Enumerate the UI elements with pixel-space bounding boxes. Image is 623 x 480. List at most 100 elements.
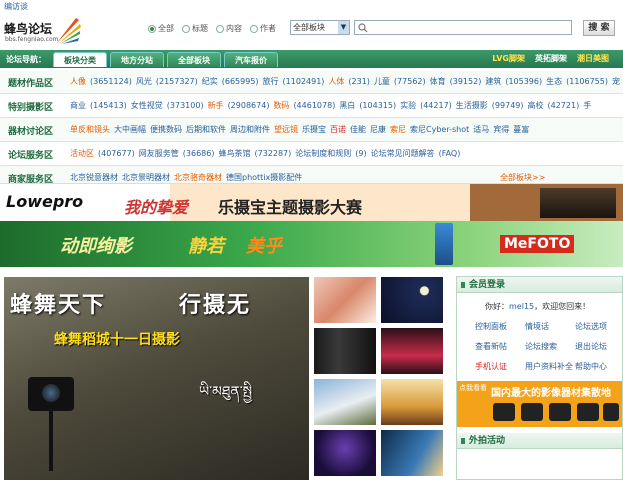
board-link[interactable]: 旅行	[263, 77, 279, 86]
thumbnail-photo[interactable]	[381, 379, 443, 425]
board-row-heading[interactable]: 论坛服务区	[8, 148, 53, 161]
board-link[interactable]: (732287)	[254, 149, 291, 158]
board-link[interactable]: (4461078)	[293, 101, 335, 110]
board-select[interactable]: 全部板块 ▼	[290, 20, 350, 35]
board-link[interactable]: 北京锐意器材	[70, 173, 118, 182]
all-boards-link[interactable]: 全部板块>>	[500, 172, 545, 183]
board-link[interactable]: 论坛常见问题解答	[371, 149, 435, 158]
board-link[interactable]: (373100)	[167, 101, 204, 110]
radio-title[interactable]: 标题	[182, 23, 208, 34]
radio-author[interactable]: 作者	[250, 23, 276, 34]
board-link[interactable]: 新手	[208, 101, 224, 110]
board-link[interactable]: (105396)	[505, 77, 542, 86]
nav-link-daily-photo[interactable]: 潮日美图	[577, 53, 609, 64]
search-button[interactable]: 搜 索	[583, 20, 615, 36]
nav-link-lvg[interactable]: LVG脚架	[492, 53, 525, 64]
tab-local-sites[interactable]: 地方分站	[110, 52, 164, 67]
board-link[interactable]: (231)	[348, 77, 370, 86]
board-link[interactable]: 实验	[400, 101, 416, 110]
board-link[interactable]: 人像	[70, 77, 86, 86]
mefoto-banner[interactable]: 动即绚影 静若 美乎 MeFOTO	[0, 221, 623, 267]
lowepro-banner[interactable]: Lowepro 我的挚爱 乐摄宝主题摄影大赛	[0, 183, 623, 221]
board-link[interactable]: 论坛制度和规则	[295, 149, 351, 158]
board-link[interactable]: (42721)	[548, 101, 580, 110]
site-logo[interactable]: 蜂鸟论坛 bbs.fengniao.com	[4, 14, 82, 46]
board-link[interactable]: 生态	[546, 77, 562, 86]
board-link[interactable]: 蜂鸟茶馆	[218, 149, 250, 158]
board-link[interactable]: (407677)	[98, 149, 135, 158]
board-link[interactable]: 高校	[528, 101, 544, 110]
board-row-heading[interactable]: 器材讨论区	[8, 124, 53, 137]
board-link[interactable]: 望远镜	[274, 125, 298, 134]
board-link[interactable]: (39152)	[450, 77, 482, 86]
member-link[interactable]: 查看新帖	[475, 341, 507, 352]
radio-all[interactable]: 全部	[148, 23, 174, 34]
board-link[interactable]: 风光	[136, 77, 152, 86]
board-link[interactable]: (44217)	[420, 101, 452, 110]
board-link[interactable]: 网友服务管	[139, 149, 179, 158]
member-link[interactable]: 控制面板	[475, 321, 507, 332]
board-link[interactable]: 手	[583, 101, 591, 110]
featured-photo[interactable]: 蜂舞天下 行摄无 蜂舞稻城十一日摄影 ཡི་མཐུན་སྤྱི	[4, 277, 309, 480]
board-link[interactable]: 体育	[430, 77, 446, 86]
thumbnail-photo[interactable]	[381, 430, 443, 476]
board-link[interactable]: 生活摄影	[456, 101, 488, 110]
board-link[interactable]: (3651124)	[90, 77, 132, 86]
board-link[interactable]: (77562)	[394, 77, 426, 86]
board-link[interactable]: (1102491)	[283, 77, 325, 86]
username-link[interactable]: mel15	[509, 302, 534, 311]
board-link[interactable]: (2157327)	[156, 77, 198, 86]
visit-link[interactable]: 编访谈	[4, 1, 28, 12]
board-link[interactable]: 单反和镜头	[70, 125, 110, 134]
thumbnail-photo[interactable]	[314, 277, 376, 323]
board-link[interactable]: (9)	[355, 149, 366, 158]
member-link[interactable]: 帮助中心	[575, 361, 607, 372]
board-link[interactable]: 黑白	[339, 101, 355, 110]
board-link[interactable]: (665995)	[222, 77, 259, 86]
board-link[interactable]: 儿童	[374, 77, 390, 86]
member-link[interactable]: 情境话	[525, 321, 549, 332]
board-link[interactable]: 人体	[328, 77, 344, 86]
board-link[interactable]: 建筑	[485, 77, 501, 86]
board-link[interactable]: (99749)	[492, 101, 524, 110]
board-link[interactable]: 百诺	[330, 125, 346, 134]
board-link[interactable]: (36686)	[183, 149, 215, 158]
board-link[interactable]: (104315)	[359, 101, 396, 110]
equipment-promo[interactable]: 点我看看 国内最大的影像器材集散地	[457, 381, 622, 427]
board-link[interactable]: 商业	[70, 101, 86, 110]
member-link[interactable]: 论坛搜索	[525, 341, 557, 352]
radio-content[interactable]: 内容	[216, 23, 242, 34]
board-link[interactable]: 宾得	[493, 125, 509, 134]
board-link[interactable]: 蔓富	[513, 125, 529, 134]
board-link[interactable]: 适马	[473, 125, 489, 134]
board-link[interactable]: 北京景明器材	[122, 173, 170, 182]
thumbnail-photo[interactable]	[314, 430, 376, 476]
board-link[interactable]: 佳能	[350, 125, 366, 134]
board-link[interactable]: 北京骆奇器材	[174, 173, 222, 182]
board-link[interactable]: (1106755)	[566, 77, 608, 86]
thumbnail-photo[interactable]	[314, 379, 376, 425]
member-link[interactable]: 论坛选项	[575, 321, 607, 332]
board-row-heading[interactable]: 特别摄影区	[8, 100, 53, 113]
board-link[interactable]: 便携数码	[150, 125, 182, 134]
tab-board-category[interactable]: 板块分类	[53, 52, 107, 67]
member-link[interactable]: 退出论坛	[575, 341, 607, 352]
board-link[interactable]: 索尼	[390, 125, 406, 134]
board-link[interactable]: 德国phottix摄影配件	[226, 173, 302, 182]
board-link[interactable]: (145413)	[90, 101, 127, 110]
board-link[interactable]: 索尼Cyber-shot	[410, 125, 469, 134]
board-link[interactable]: 活动区	[70, 149, 94, 158]
board-link[interactable]: 尼康	[370, 125, 386, 134]
tab-all-boards[interactable]: 全部板块	[167, 52, 221, 67]
board-link[interactable]: (2908674)	[228, 101, 270, 110]
board-link[interactable]: 纪实	[202, 77, 218, 86]
board-link[interactable]: 大中画幅	[114, 125, 146, 134]
thumbnail-photo[interactable]	[314, 328, 376, 374]
thumbnail-photo[interactable]	[381, 328, 443, 374]
board-row-heading[interactable]: 题材作品区	[8, 76, 53, 89]
board-link[interactable]: 女性视觉	[131, 101, 163, 110]
tab-car-prices[interactable]: 汽车报价	[224, 52, 278, 67]
search-input[interactable]	[354, 20, 572, 35]
board-link[interactable]: 后期和软件	[186, 125, 226, 134]
member-link[interactable]: 用户资料补全	[525, 361, 573, 372]
